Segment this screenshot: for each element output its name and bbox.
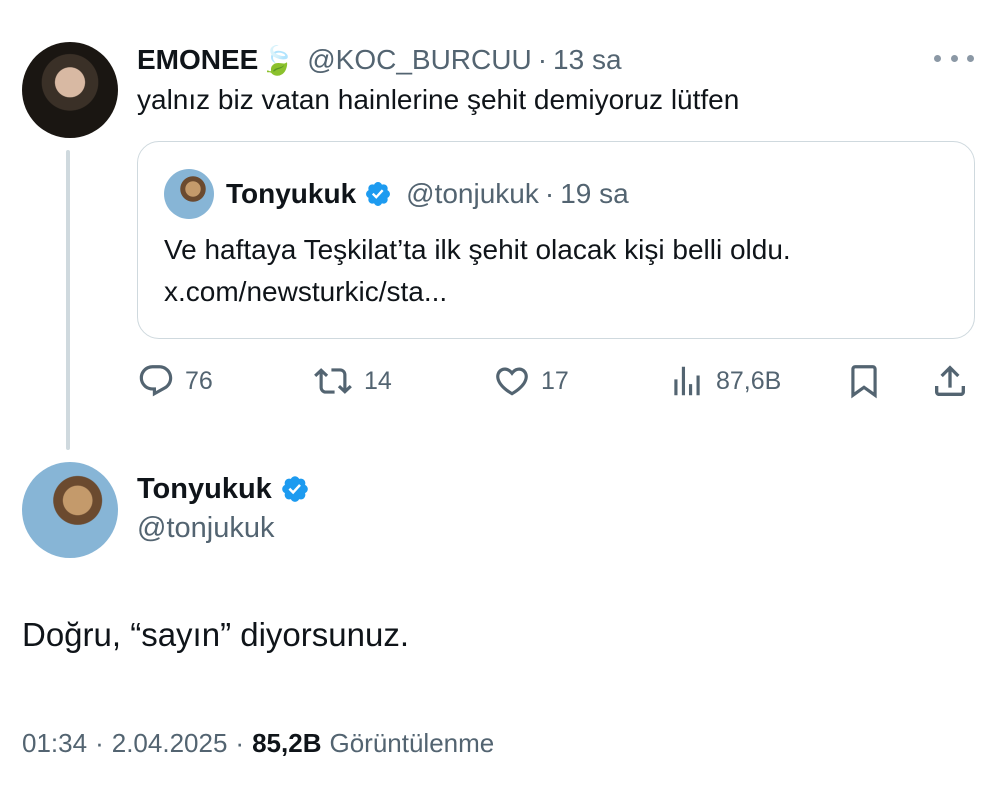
quoted-user-handle: @tonjukuk — [406, 178, 539, 209]
reply-count: 76 — [185, 366, 213, 395]
verified-badge-icon — [280, 474, 310, 504]
views-count: 85,2B — [252, 727, 322, 758]
views-button[interactable]: 87,6B — [668, 362, 781, 400]
quoted-avatar — [164, 169, 214, 219]
quoted-display-name: Tonyukuk — [226, 178, 357, 209]
analytics-bars-icon — [668, 362, 706, 400]
more-options-icon[interactable] — [934, 50, 974, 66]
bookmark-icon[interactable] — [845, 362, 883, 400]
separator-dot: · — [537, 44, 548, 75]
verified-badge-icon — [364, 180, 392, 208]
retweet-button[interactable]: 14 — [312, 362, 392, 400]
separator-dot: · — [544, 178, 555, 209]
quoted-tweet-header: Tonyukuk @tonjukuk · 19 sa — [226, 176, 629, 212]
avatar[interactable] — [22, 42, 118, 138]
parent-tweet-header: EMONEE 🍃 @KOC_BURCUU · 13 sa — [137, 42, 622, 78]
separator-dot: · — [95, 727, 104, 758]
user-handle[interactable]: @tonjukuk — [137, 512, 274, 545]
tweet-date[interactable]: 2.04.2025 — [112, 728, 228, 759]
separator-dot: · — [235, 727, 245, 758]
tweet-time[interactable]: 13 sa — [553, 44, 622, 76]
retweet-icon — [312, 362, 354, 400]
heart-icon — [493, 362, 531, 400]
avatar[interactable] — [22, 462, 118, 558]
tweet-meta: 01:34 · 2.04.2025 · 85,2B Görüntülenme — [22, 726, 494, 760]
display-name[interactable]: Tonyukuk — [137, 473, 272, 506]
user-handle[interactable]: @KOC_BURCUU — [307, 44, 531, 76]
tweet-time[interactable]: 01:34 — [22, 728, 87, 759]
reply-icon — [137, 362, 175, 400]
quoted-tweet-text-line1: Ve haftaya Teşkilat’ta ilk şehit olacak … — [164, 234, 791, 265]
quoted-tweet-link[interactable]: x.com/newsturkic/sta... — [164, 276, 447, 308]
like-count: 17 — [541, 366, 569, 395]
thread-connector-line — [66, 150, 70, 450]
retweet-count: 14 — [364, 366, 392, 395]
leaf-emoji-icon: 🍃 — [260, 44, 296, 76]
like-button[interactable]: 17 — [493, 362, 569, 400]
main-tweet-text: Doğru, “sayın” diyorsunuz. — [22, 616, 409, 653]
main-tweet-author: Tonyukuk — [137, 470, 310, 508]
quoted-tweet-time: 19 sa — [560, 178, 629, 209]
reply-button[interactable]: 76 — [137, 362, 213, 400]
share-icon[interactable] — [930, 361, 970, 401]
views-count: 87,6B — [716, 366, 782, 395]
views-label: Görüntülenme — [329, 727, 495, 758]
display-name[interactable]: EMONEE — [137, 44, 258, 76]
tweet-text: yalnız biz vatan hainlerine şehit demiyo… — [137, 84, 740, 115]
